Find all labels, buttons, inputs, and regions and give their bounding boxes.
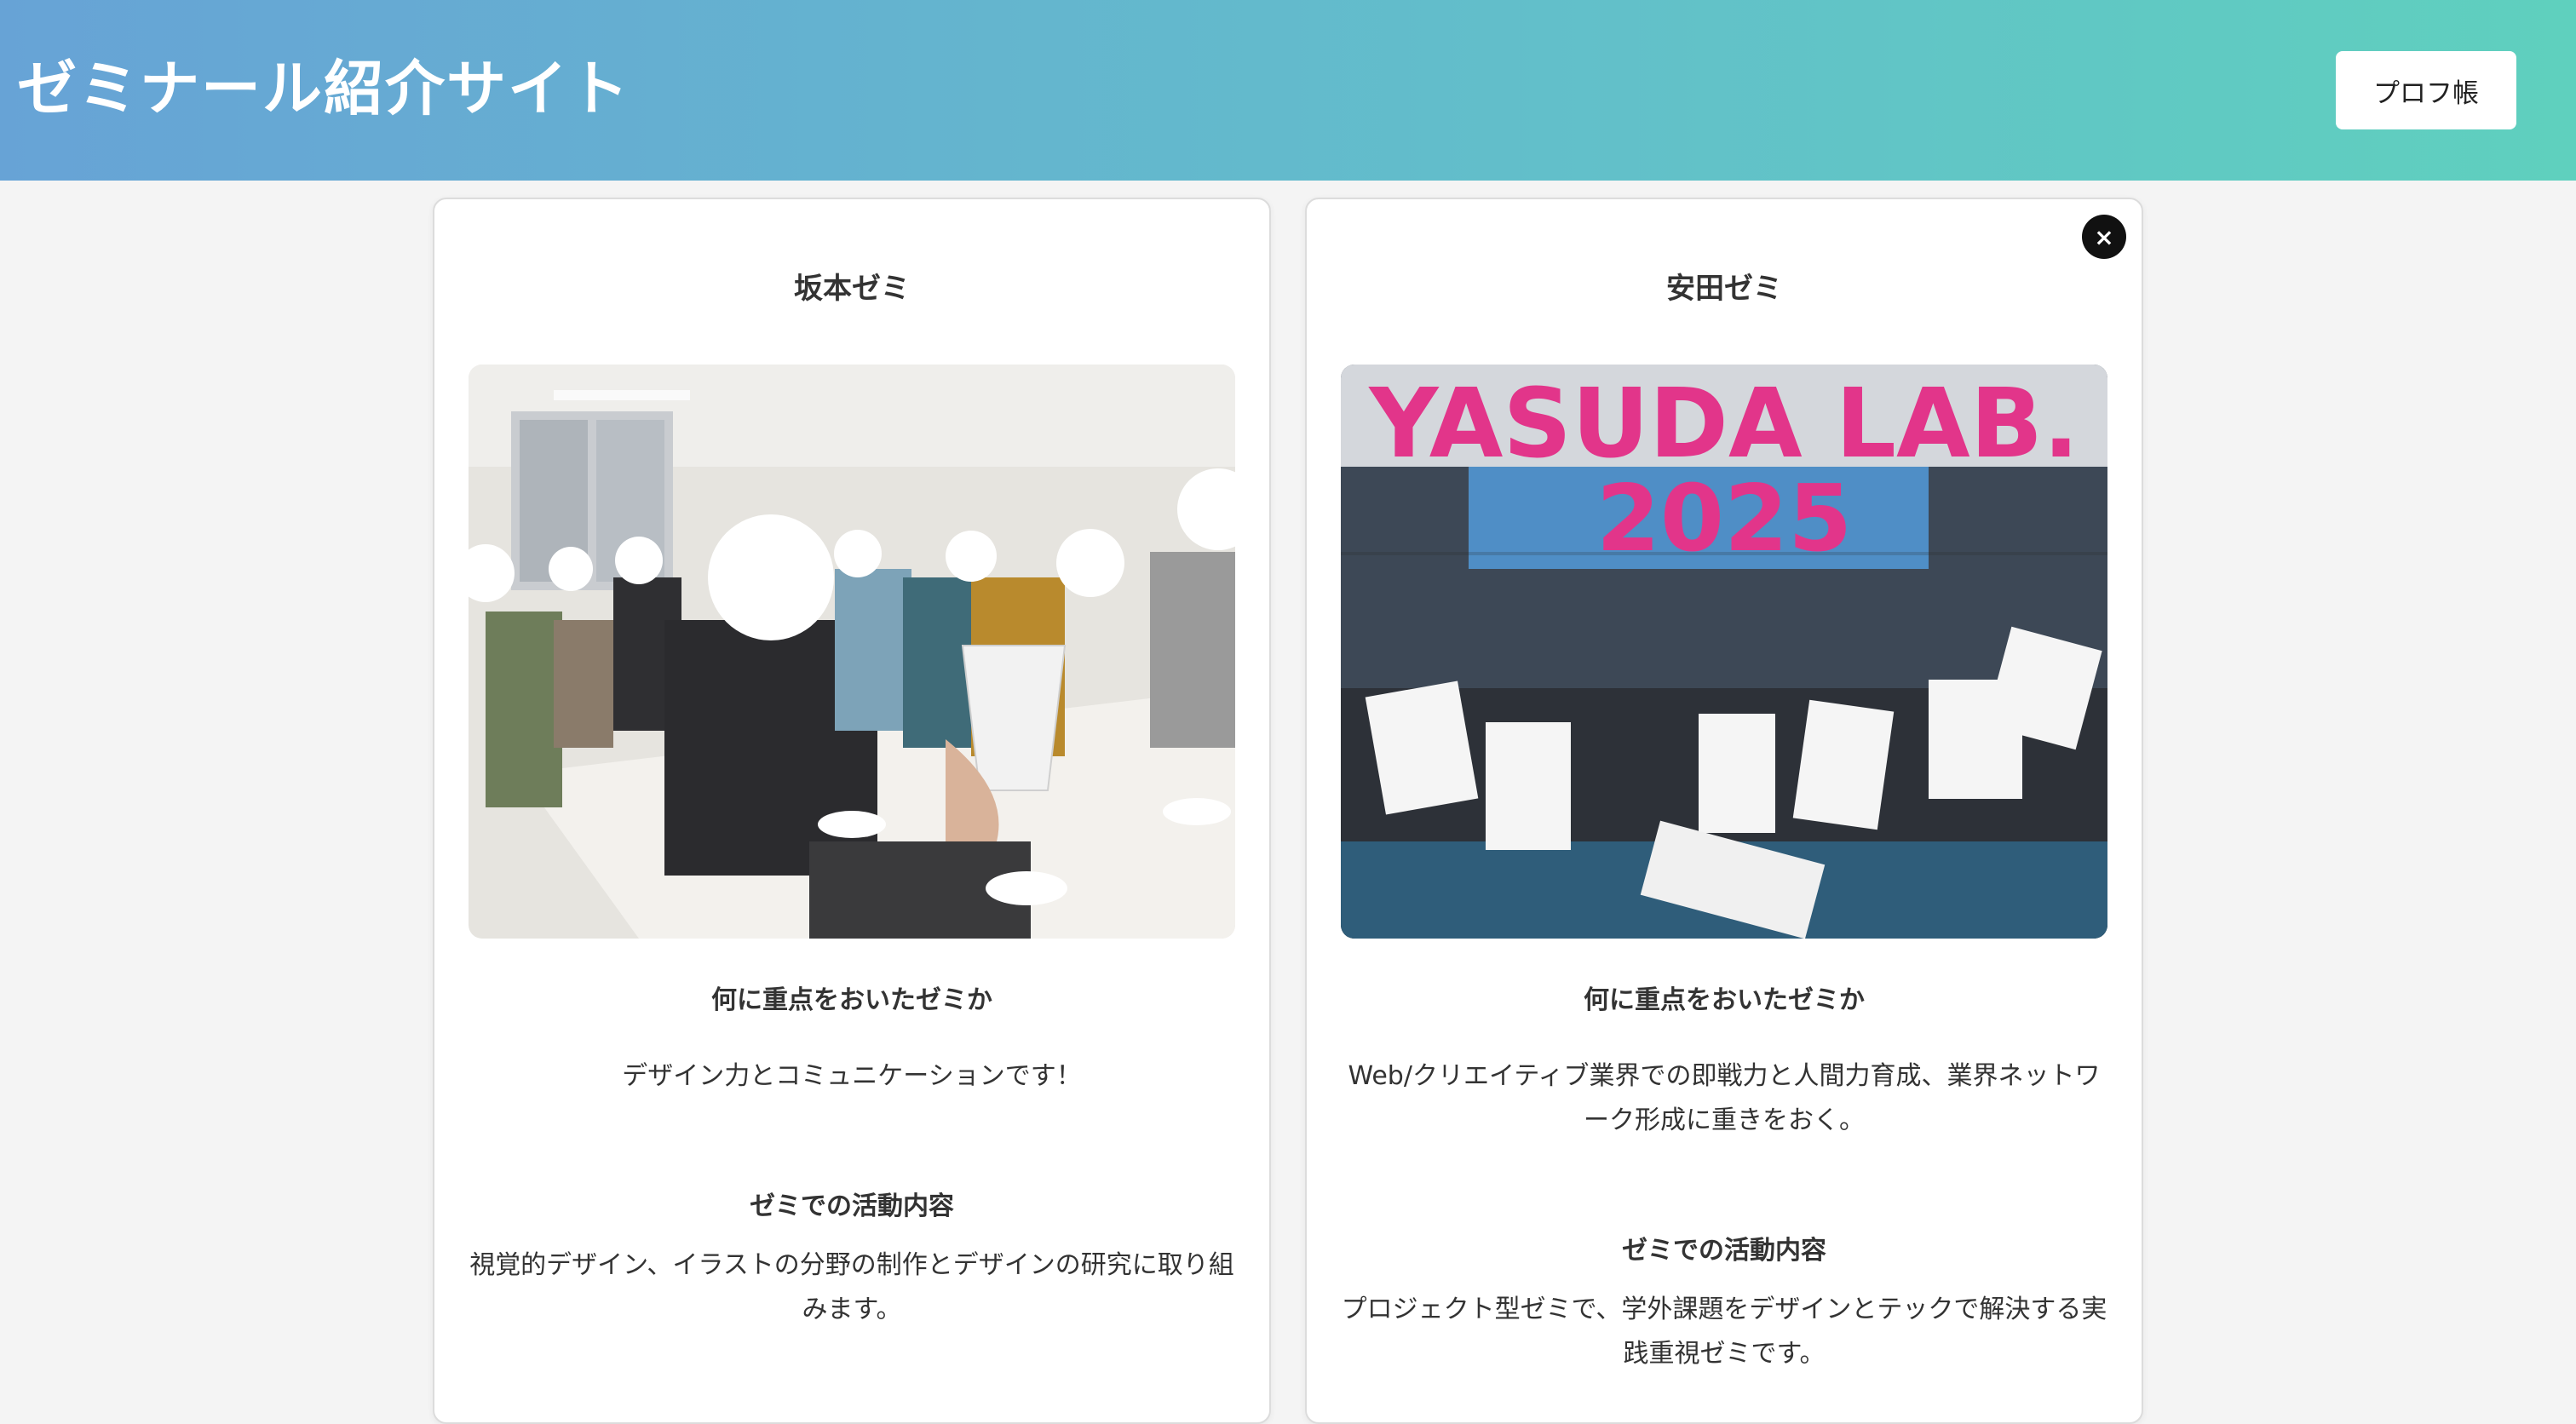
- seminar-card-sakamoto[interactable]: 坂本ゼミ 何に重点をおいたゼミか デザイン力とコミュニケーションです！ ゼミでの…: [433, 198, 1271, 1424]
- activity-text: プロジェクト型ゼミで、学外課題をデザインとテックで解決する実践重視ゼミです。: [1341, 1295, 2107, 1369]
- focus-label: 何に重点をおいたゼミか: [1584, 985, 1865, 1015]
- activity-label: ゼミでの活動内容: [750, 1191, 954, 1221]
- seminar-title: 安田ゼミ: [1666, 272, 1782, 306]
- focus-text: デザイン力とコミュニケーションです！: [622, 1061, 1082, 1091]
- seminar-group-photo: YASUDA LAB. 2025: [1341, 365, 2107, 939]
- focus-text: Web/クリエイティブ業界での即戦力と人間力育成、業界ネットワーク形成に重きをお…: [1348, 1061, 2101, 1135]
- banner-text: YASUDA LAB.: [1367, 369, 2079, 479]
- focus-label: 何に重点をおいたゼミか: [711, 985, 992, 1015]
- seminar-title: 坂本ゼミ: [794, 272, 910, 306]
- banner-year: 2025: [1596, 466, 1853, 572]
- site-header: ゼミナール紹介サイト プロフ帳: [0, 0, 2576, 181]
- seminar-card-yasuda[interactable]: × 安田ゼミ YASUDA LAB. 2025 何に重点をおいたゼミか Web/…: [1305, 198, 2143, 1424]
- seminar-photo: YASUDA LAB. 2025: [1341, 365, 2107, 939]
- seminar-photo: [469, 365, 1235, 939]
- activity-label: ゼミでの活動内容: [1622, 1236, 1826, 1266]
- activity-text: 視覚的デザイン、イラストの分野の制作とデザインの研究に取り組みます。: [469, 1250, 1234, 1324]
- site-title: ゼミナール紹介サイト: [17, 54, 630, 123]
- seminar-group-photo: [469, 365, 1235, 939]
- close-icon[interactable]: ×: [2082, 215, 2126, 259]
- profile-book-button[interactable]: プロフ帳: [2336, 51, 2516, 129]
